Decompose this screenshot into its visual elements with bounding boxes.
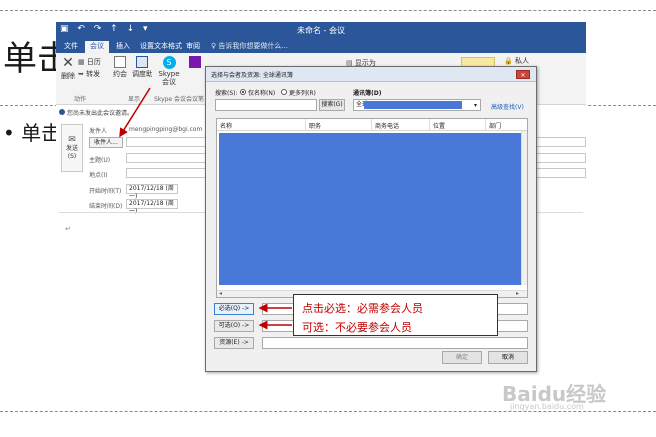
column-separator <box>485 119 486 131</box>
end-date-field[interactable]: 2017/12/18 (周一) <box>126 199 178 215</box>
tab-file[interactable]: 文件 <box>64 41 78 53</box>
skype-meeting-button[interactable]: S Skype 会议 <box>158 56 180 86</box>
redacted-entries <box>219 133 521 285</box>
list-header: 名称 职务 商务电话 位置 部门 <box>217 119 527 131</box>
search-label: 搜索(S): <box>215 90 238 97</box>
tab-format-text[interactable]: 设置文本格式 <box>140 41 182 53</box>
window-titlebar: ▣ ↶ ↷ ↑ ↓ ▾ 未命名 - 会议 <box>56 22 586 39</box>
text-caret: ↵ <box>65 225 71 233</box>
address-list[interactable]: 名称 职务 商务电话 位置 部门 ◂ ▸ <box>216 118 528 298</box>
onenote-icon <box>189 56 201 68</box>
location-label: 地点(I) <box>89 172 108 179</box>
scheduling-grid-icon <box>136 56 148 68</box>
ribbon-tabs: 文件 会议 插入 设置文本格式 审阅 ♀ 告诉我你想要做什么... <box>56 39 586 53</box>
meeting-notes-button[interactable] <box>186 56 204 69</box>
tell-me-search[interactable]: ♀ 告诉我你想要做什么... <box>211 41 288 53</box>
scroll-left-icon[interactable]: ◂ <box>219 290 222 297</box>
start-date-field[interactable]: 2017/12/18 (周一) <box>126 184 178 200</box>
group-show-label: 显示 <box>128 96 141 103</box>
address-book-select[interactable]: 全球 ▾ <box>353 99 481 111</box>
dialog-title: 选择与会者及资源: 全球通讯簿 <box>211 72 293 79</box>
required-button[interactable]: 必选(Q) -> <box>214 303 254 315</box>
radio-more-columns[interactable] <box>281 89 287 95</box>
group-skype-label: Skype 会议 <box>154 96 187 103</box>
scroll-right-icon[interactable]: ▸ <box>516 290 519 297</box>
info-icon <box>59 109 65 115</box>
slide-border-bottom <box>0 411 656 412</box>
private-toggle[interactable]: 🔒 私人 <box>504 56 529 66</box>
close-icon[interactable]: ✕ <box>516 70 530 79</box>
calendar-button[interactable]: ▦ 日历 <box>78 57 101 67</box>
forward-button[interactable]: ➥ 转发 <box>78 69 100 79</box>
skype-icon: S <box>162 56 176 69</box>
info-text: 您尚未发出此会议邀请。 <box>67 110 134 117</box>
delete-x-icon: ✕ <box>62 55 74 71</box>
group-actions-label: 动作 <box>74 96 87 103</box>
column-name[interactable]: 名称 <box>220 121 232 130</box>
column-title[interactable]: 职务 <box>309 121 321 130</box>
subject-label: 主题(U) <box>89 157 111 164</box>
column-separator <box>429 119 430 131</box>
go-button[interactable]: 搜索(G) <box>319 99 345 111</box>
delete-button[interactable]: ✕ 删除 <box>60 56 76 81</box>
advanced-find-link[interactable]: 高级查找(V) <box>491 102 524 111</box>
redacted-block <box>364 101 462 109</box>
resources-button[interactable]: 资源(E) -> <box>214 337 254 349</box>
window-title: 未命名 - 会议 <box>297 26 345 35</box>
forward-icon: ➥ <box>78 70 84 78</box>
scheduling-assistant-button[interactable]: 调度助手 <box>132 56 152 79</box>
cancel-button[interactable]: 取消 <box>488 351 528 364</box>
optional-button[interactable]: 可选(O) -> <box>214 320 254 332</box>
send-icon: ✉ <box>68 135 76 145</box>
calendar-icon: ▦ <box>78 58 85 66</box>
column-business-phone[interactable]: 商务电话 <box>375 121 399 130</box>
slide-page: 单击 • 单击 ▣ ↶ ↷ ↑ ↓ ▾ 未命名 - 会议 文件 会议 插入 设置… <box>0 0 656 437</box>
column-separator <box>371 119 372 131</box>
ok-button[interactable]: 确定 <box>442 351 482 364</box>
radio-name-only-label: 仅名称(N) <box>248 90 276 97</box>
recipients-button[interactable]: 收件人... <box>89 137 123 148</box>
baidu-watermark-url: jingyan.baidu.com <box>510 402 584 411</box>
search-input[interactable] <box>215 99 317 111</box>
column-location[interactable]: 位置 <box>433 121 445 130</box>
from-label: 发件人 <box>89 128 108 135</box>
slide-border-top <box>0 10 656 11</box>
appointment-button[interactable]: 约会 <box>112 56 128 79</box>
slide-bullet: • 单击 <box>3 121 62 145</box>
vertical-scrollbar[interactable] <box>521 131 527 285</box>
chevron-down-icon: ▾ <box>473 102 477 109</box>
annotation-line-required: 点击必选：必需参会人员 <box>302 302 423 315</box>
start-time-label: 开始时间(T) <box>89 188 122 195</box>
column-separator <box>305 119 306 131</box>
tab-review[interactable]: 审阅 <box>186 41 200 53</box>
tab-meeting[interactable]: 会议 <box>85 41 109 53</box>
appointment-grid-icon <box>114 56 126 68</box>
from-value[interactable]: mengpingping@bgi.com <box>129 126 202 133</box>
lock-icon: 🔒 <box>504 57 513 65</box>
send-button[interactable]: ✉ 发送(S) <box>61 124 83 172</box>
column-department[interactable]: 部门 <box>489 121 501 130</box>
dialog-titlebar: 选择与会者及资源: 全球通讯簿 ✕ <box>206 67 536 82</box>
tab-insert[interactable]: 插入 <box>116 41 130 53</box>
address-book-label: 通讯簿(D) <box>353 90 382 97</box>
annotation-callout: 点击必选：必需参会人员 可选：不必要参会人员 <box>293 294 498 336</box>
radio-more-columns-label: 更多列(R) <box>289 90 316 97</box>
radio-name-only[interactable] <box>240 89 246 95</box>
end-time-label: 结束时间(D) <box>89 203 123 210</box>
meeting-notes-label: 会议笔 <box>186 96 205 103</box>
resources-field[interactable] <box>262 337 528 349</box>
annotation-line-optional: 可选：不必要参会人员 <box>302 321 412 334</box>
